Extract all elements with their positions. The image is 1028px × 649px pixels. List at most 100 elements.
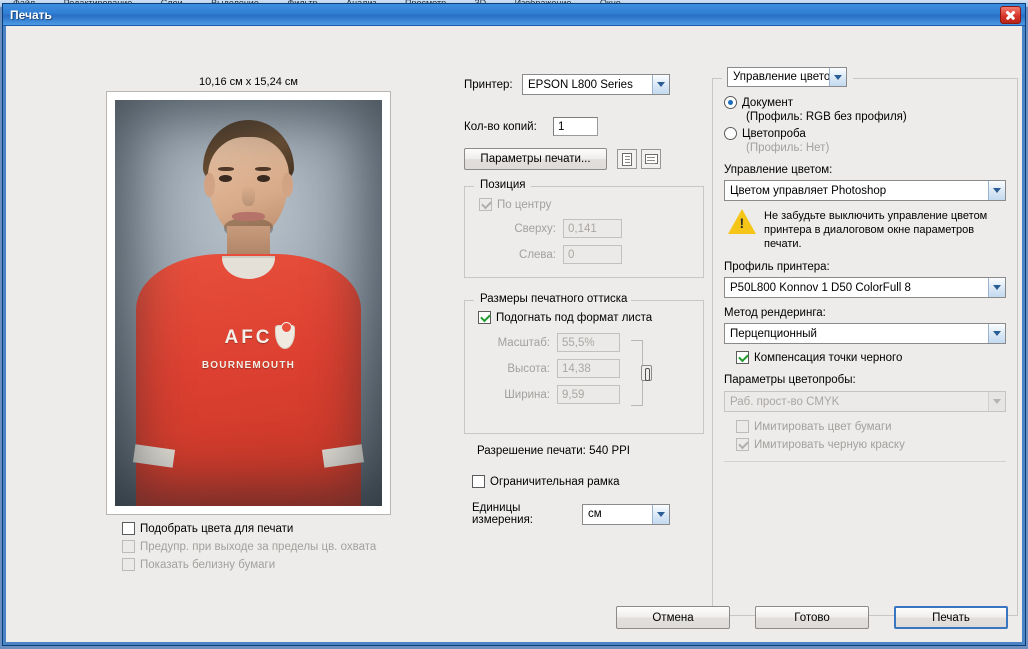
chevron-down-icon bbox=[652, 75, 669, 94]
proof-radio[interactable] bbox=[724, 127, 737, 140]
warning-text: Не забудьте выключить управление цветом … bbox=[764, 210, 988, 250]
print-settings-button[interactable]: Параметры печати... bbox=[464, 148, 607, 170]
color-handling-select[interactable]: Цветом управляет Photoshop bbox=[724, 180, 1006, 201]
print-resolution-label: Разрешение печати: 540 PPI bbox=[477, 445, 630, 457]
titlebar: Печать bbox=[3, 4, 1025, 26]
chain-link-icon[interactable] bbox=[641, 365, 652, 381]
center-checkbox bbox=[479, 198, 492, 211]
printer-profile-value: P50L800 Konnov 1 D50 ColorFull 8 bbox=[730, 281, 911, 294]
black-point-compensation-checkbox[interactable] bbox=[736, 351, 749, 364]
bounding-box-row[interactable]: Ограничительная рамка bbox=[472, 475, 704, 488]
print-button[interactable]: Печать bbox=[894, 606, 1008, 629]
proof-space-select: Раб. прост-во CMYK bbox=[724, 391, 1006, 412]
rendering-intent-select[interactable]: Перцепционный bbox=[724, 323, 1006, 344]
printer-select-value: EPSON L800 Series bbox=[528, 78, 633, 91]
scale-label: Масштаб: bbox=[497, 336, 550, 349]
warning-triangle-icon bbox=[728, 209, 756, 234]
height-input: 14,38 bbox=[557, 359, 620, 378]
position-group: Позиция По центру Сверху: 0,141 Слева: 0 bbox=[464, 179, 704, 278]
fit-to-media-checkbox[interactable] bbox=[478, 311, 491, 324]
units-select-value: см bbox=[588, 508, 602, 520]
dialog-body: 10,16 см x 15,24 см AFC BOURNEMOUTH Подо… bbox=[3, 26, 1025, 645]
printer-row: Принтер: EPSON L800 Series bbox=[464, 74, 704, 95]
bounding-box-label: Ограничительная рамка bbox=[490, 475, 620, 488]
simulate-black-ink-checkbox bbox=[736, 438, 749, 451]
color-handling-value: Цветом управляет Photoshop bbox=[730, 184, 887, 197]
left-input: 0 bbox=[563, 245, 622, 264]
bounding-box-checkbox[interactable] bbox=[472, 475, 485, 488]
match-print-colors-label: Подобрать цвета для печати bbox=[140, 522, 294, 535]
centre-settings-column: Принтер: EPSON L800 Series Кол-во копий:… bbox=[464, 74, 704, 526]
simulate-black-ink-label: Имитировать черную краску bbox=[754, 438, 905, 451]
printer-label: Принтер: bbox=[464, 78, 513, 91]
print-dialog-window: Печать 10,16 см x 15,24 см AFC BOURNEMOU… bbox=[2, 3, 1026, 646]
chevron-down-icon bbox=[988, 181, 1005, 200]
color-management-mode-select[interactable]: Управление цветом bbox=[727, 67, 847, 87]
units-label: Единицы измерения: bbox=[472, 502, 533, 526]
radio-row-document[interactable]: Документ bbox=[724, 96, 1006, 109]
radio-row-proof[interactable]: Цветопроба bbox=[724, 127, 1006, 140]
units-row: Единицы измерения: см bbox=[472, 502, 704, 526]
position-group-title: Позиция bbox=[476, 179, 530, 191]
chevron-down-icon bbox=[988, 324, 1005, 343]
preview-dimensions-label: 10,16 см x 15,24 см bbox=[199, 76, 298, 88]
panel-divider bbox=[724, 461, 1006, 462]
units-select[interactable]: см bbox=[582, 503, 670, 525]
close-icon[interactable] bbox=[1000, 5, 1021, 24]
rendering-intent-value: Перцепционный bbox=[730, 327, 817, 340]
rendering-intent-label: Метод рендеринга: bbox=[724, 307, 826, 319]
cancel-button[interactable]: Отмена bbox=[616, 606, 730, 629]
window-title: Печать bbox=[10, 7, 52, 22]
color-handling-label: Управление цветом: bbox=[724, 164, 833, 176]
height-label: Высота: bbox=[507, 362, 550, 375]
simulate-paper-color-checkbox bbox=[736, 420, 749, 433]
preview-options-group: Подобрать цвета для печати Предупр. при … bbox=[122, 522, 422, 576]
left-label: Слева: bbox=[519, 248, 556, 261]
center-label: По центру bbox=[497, 198, 552, 211]
fit-to-media-row[interactable]: Подогнать под формат листа bbox=[478, 311, 691, 324]
print-size-group: Размеры печатного оттиска Подогнать под … bbox=[464, 293, 704, 434]
black-point-compensation-label: Компенсация точки черного bbox=[754, 351, 903, 364]
simulate-paper-row: Имитировать цвет бумаги bbox=[736, 420, 1006, 433]
page-portrait-icon[interactable] bbox=[617, 149, 637, 169]
proof-space-value: Раб. прост-во CMYK bbox=[730, 395, 840, 408]
center-checkbox-row: По центру bbox=[479, 198, 691, 211]
proof-profile-note: (Профиль: Нет) bbox=[746, 142, 830, 154]
print-settings-row: Параметры печати... bbox=[464, 148, 704, 170]
chevron-down-icon bbox=[988, 278, 1005, 297]
orientation-buttons bbox=[617, 149, 661, 169]
document-profile-note: (Профиль: RGB без профиля) bbox=[746, 111, 907, 123]
match-print-colors-checkbox[interactable] bbox=[122, 522, 135, 535]
printer-select[interactable]: EPSON L800 Series bbox=[522, 74, 670, 95]
left-row: Слева: 0 bbox=[477, 245, 691, 264]
printer-profile-label: Профиль принтера: bbox=[724, 261, 830, 273]
print-preview-frame[interactable]: AFC BOURNEMOUTH bbox=[106, 91, 391, 515]
copies-label: Кол-во копий: bbox=[464, 120, 537, 133]
copies-input[interactable]: 1 bbox=[553, 117, 598, 136]
scale-input: 55,5% bbox=[557, 333, 620, 352]
done-button[interactable]: Готово bbox=[755, 606, 869, 629]
width-row: Ширина: 9,59 bbox=[477, 385, 691, 404]
chevron-down-icon bbox=[988, 392, 1005, 411]
print-size-group-title: Размеры печатного оттиска bbox=[476, 293, 632, 305]
checkbox-row-match-print-colors[interactable]: Подобрать цвета для печати bbox=[122, 522, 422, 535]
document-radio[interactable] bbox=[724, 96, 737, 109]
color-management-mode-value: Управление цветом bbox=[733, 71, 829, 83]
fit-to-media-label: Подогнать под формат листа bbox=[496, 311, 653, 324]
document-radio-label: Документ bbox=[742, 96, 794, 109]
chevron-down-icon bbox=[829, 68, 846, 86]
top-label: Сверху: bbox=[514, 222, 556, 235]
photo-vignette bbox=[115, 100, 382, 506]
proof-radio-label: Цветопроба bbox=[742, 127, 806, 140]
dialog-action-buttons: Отмена Готово Печать bbox=[616, 606, 1008, 629]
black-point-row[interactable]: Компенсация точки черного bbox=[736, 351, 1006, 364]
width-input: 9,59 bbox=[557, 385, 620, 404]
color-management-panel: Управление цветом Документ (Профиль: RGB… bbox=[712, 67, 1018, 616]
proof-params-label: Параметры цветопробы: bbox=[724, 374, 856, 386]
copies-row: Кол-во копий: 1 bbox=[464, 117, 704, 136]
printer-profile-select[interactable]: P50L800 Konnov 1 D50 ColorFull 8 bbox=[724, 277, 1006, 298]
page-landscape-icon[interactable] bbox=[641, 149, 661, 169]
gamut-warning-label: Предупр. при выходе за пределы цв. охват… bbox=[140, 540, 377, 553]
show-paper-white-label: Показать белизну бумаги bbox=[140, 558, 276, 571]
gamut-warning-checkbox bbox=[122, 540, 135, 553]
